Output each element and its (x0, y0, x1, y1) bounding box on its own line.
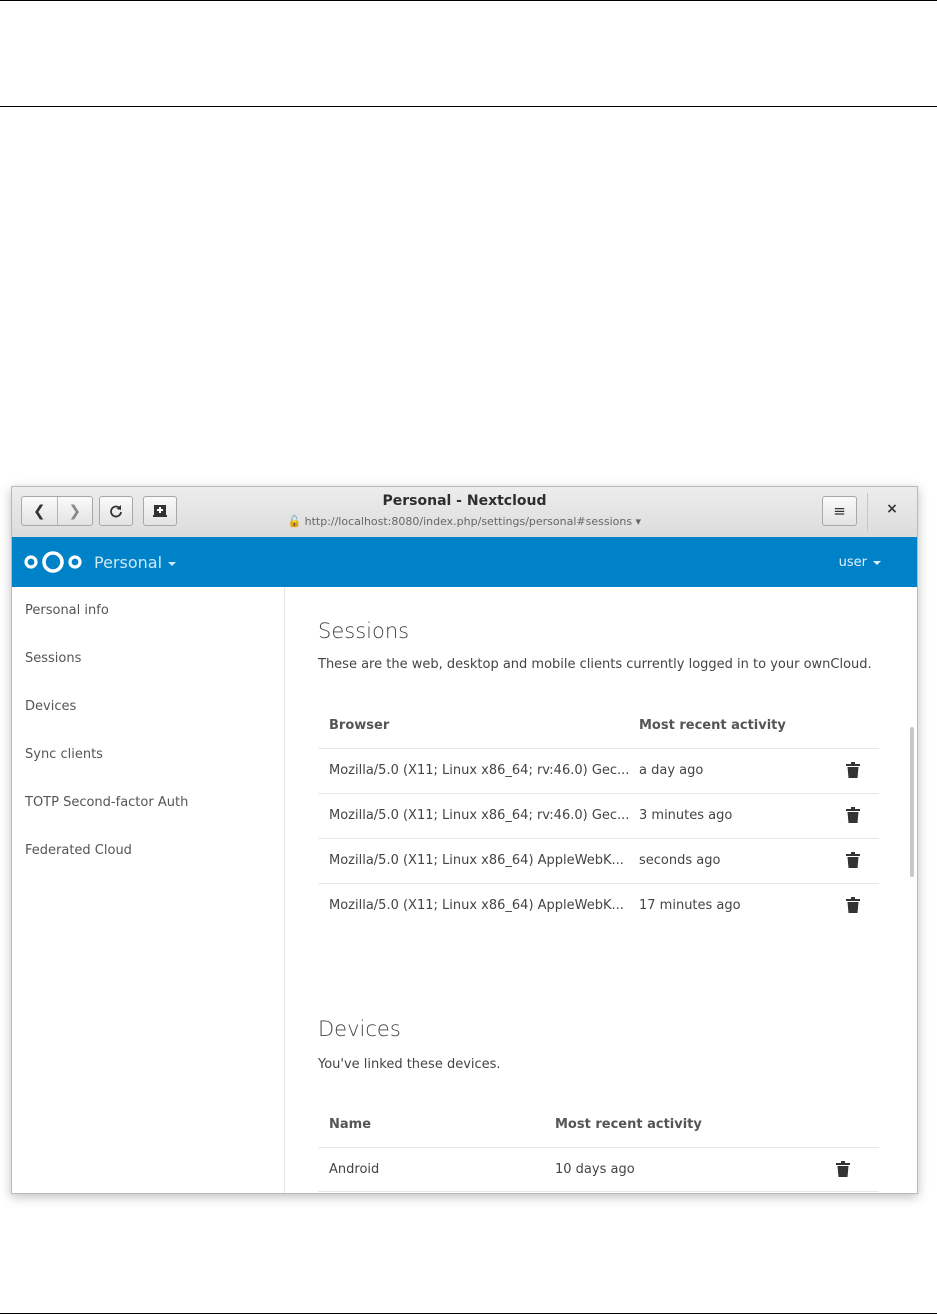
divider (318, 838, 879, 839)
session-activity: a day ago (639, 763, 704, 778)
divider (318, 883, 879, 884)
sessions-description: These are the web, desktop and mobile cl… (318, 657, 872, 672)
divider (318, 793, 879, 794)
column-header-activity: Most recent activity (555, 1117, 702, 1132)
sidebar-item-federated-cloud[interactable]: Federated Cloud (25, 843, 132, 858)
url-bar[interactable]: 🔓 http://localhost:8080/index.php/setting… (12, 515, 917, 528)
column-header-browser: Browser (329, 718, 390, 733)
devices-title: Devices (318, 1017, 401, 1041)
trash-icon[interactable] (846, 852, 860, 868)
menu-button[interactable]: ≡ (822, 496, 857, 526)
top-rule (0, 0, 937, 1)
session-browser: Mozilla/5.0 (X11; Linux x86_64; rv:46.0)… (329, 808, 630, 823)
hamburger-icon: ≡ (833, 502, 846, 520)
column-header-activity: Most recent activity (639, 718, 786, 733)
session-browser: Mozilla/5.0 (X11; Linux x86_64) AppleWeb… (329, 898, 624, 913)
nextcloud-logo-icon (24, 551, 82, 573)
device-name: Android (329, 1162, 380, 1177)
trash-icon[interactable] (846, 762, 860, 778)
sidebar-item-sessions[interactable]: Sessions (25, 651, 81, 666)
app-menu-toggle[interactable]: Personal (94, 553, 177, 572)
scrollbar[interactable] (910, 727, 914, 877)
caret-down-icon (873, 560, 881, 565)
devices-description: You've linked these devices. (318, 1057, 501, 1072)
session-activity: 17 minutes ago (639, 898, 741, 913)
sidebar-item-devices[interactable]: Devices (25, 699, 76, 714)
divider (318, 1147, 879, 1148)
app-name: Personal (94, 553, 163, 572)
trash-icon[interactable] (846, 897, 860, 913)
session-browser: Mozilla/5.0 (X11; Linux x86_64; rv:46.0)… (329, 763, 630, 778)
sidebar-item-totp[interactable]: TOTP Second-factor Auth (25, 795, 188, 810)
title-bar: ❮ ❯ Personal - Nextcloud 🔓 http://localho… (12, 487, 917, 538)
session-activity: seconds ago (639, 853, 721, 868)
session-browser: Mozilla/5.0 (X11; Linux x86_64) AppleWeb… (329, 853, 624, 868)
close-button[interactable]: × (878, 501, 906, 523)
sidebar-item-personal-info[interactable]: Personal info (25, 603, 109, 618)
trash-icon[interactable] (836, 1161, 850, 1177)
url-text: http://localhost:8080/index.php/settings… (304, 515, 642, 528)
user-menu[interactable]: user (839, 555, 881, 570)
sidebar-item-sync-clients[interactable]: Sync clients (25, 747, 103, 762)
app-header: Personal user (12, 537, 917, 587)
sidebar: Personal info Sessions Devices Sync clie… (12, 587, 285, 1193)
insecure-lock-icon: 🔓 (287, 515, 302, 528)
window-title: Personal - Nextcloud (382, 493, 547, 509)
trash-icon[interactable] (846, 807, 860, 823)
sessions-title: Sessions (318, 619, 410, 643)
browser-window: ❮ ❯ Personal - Nextcloud 🔓 http://localho… (11, 486, 918, 1194)
main-content: Sessions These are the web, desktop and … (285, 587, 917, 1193)
divider (318, 1191, 879, 1192)
header-rule (0, 106, 937, 107)
column-header-name: Name (329, 1117, 372, 1132)
caret-down-icon (168, 561, 177, 566)
device-activity: 10 days ago (555, 1162, 635, 1177)
user-name: user (838, 555, 867, 570)
divider (318, 748, 879, 749)
title-separator (867, 493, 868, 531)
session-activity: 3 minutes ago (639, 808, 733, 823)
